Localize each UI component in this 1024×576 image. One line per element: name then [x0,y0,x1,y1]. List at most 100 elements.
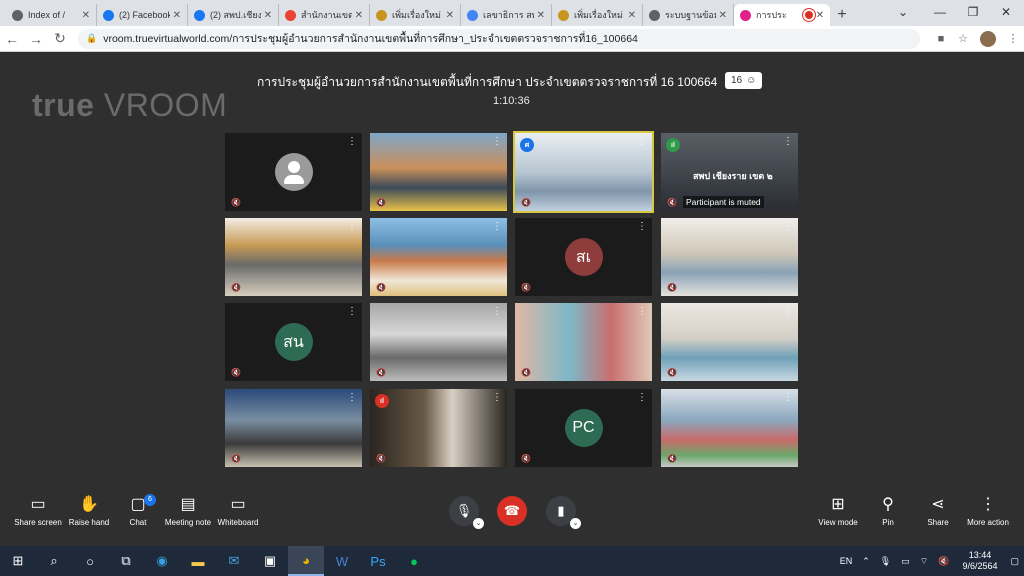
raise-hand-label: Raise hand [68,518,110,527]
bookmark-star-icon[interactable]: ☆ [952,32,974,45]
participant-count-button[interactable]: 16 ☺ [725,72,763,89]
tile-menu-icon[interactable]: ⋮ [783,137,793,147]
video-tile[interactable]: ⋮ 🔇 [370,218,507,296]
reload-icon[interactable]: ↻ [48,30,72,47]
video-tile[interactable]: ⋮ 🔇 [225,133,362,211]
url-field[interactable]: 🔒 vroom.truevirtualworld.com/การประชุมผู… [78,28,920,49]
video-tile[interactable]: ⋮ 🔇 [661,218,798,296]
tile-menu-icon[interactable]: ⋮ [347,307,357,317]
battery-icon[interactable]: ▭ [901,556,910,567]
browser-tab[interactable]: (2) สพป.เชียง ✕ [188,4,279,26]
browser-tab[interactable]: เลขาธิการ สพ ✕ [461,4,552,26]
camera-toggle-button[interactable]: ▮ ⌄ [546,496,581,529]
participant-name: สพป เชียงราย เขต ๒ [693,171,773,181]
line-icon[interactable]: ● [396,546,432,576]
close-tab-icon[interactable]: ✕ [537,10,545,21]
mic-muted-icon: 🔇 [231,283,241,292]
video-tile[interactable]: ıl ⋮ 🔇 [370,389,507,467]
close-tab-icon[interactable]: ✕ [82,10,90,21]
video-tile[interactable]: PC ⋮ 🔇 [515,389,652,467]
photoshop-icon[interactable]: Ps [360,546,396,576]
back-icon[interactable]: ← [0,31,24,47]
tab-search-icon[interactable]: ⌄ [888,0,918,26]
video-tile[interactable]: ⋮ 🔇 [370,303,507,381]
search-icon[interactable]: ⌕ [36,546,72,576]
word-icon[interactable]: W [324,546,360,576]
browser-tab[interactable]: ระบบฐานข้อมู ✕ [643,4,734,26]
meeting-area: true VROOM การประชุมผู้อำนวยการสำนักงานเ… [0,53,1024,546]
tile-menu-icon[interactable]: ⋮ [492,307,502,317]
lock-icon[interactable]: 🔒 [86,33,97,44]
tile-menu-icon[interactable]: ⋮ [492,137,502,147]
profile-avatar[interactable] [980,30,996,47]
browser-tab[interactable]: สำนักงานเขต ✕ [279,4,370,26]
mic-muted-icon: 🔇 [667,198,677,207]
video-tile[interactable]: ıl สพป เชียงราย เขต ๒ Participant is muted… [661,133,798,211]
tray-chevron-icon[interactable]: ⌃ [862,556,870,567]
seal-icon [376,9,387,21]
tile-menu-icon[interactable]: ⋮ [783,222,793,232]
camera-options-chevron[interactable]: ⌄ [570,518,581,529]
task-view-icon[interactable]: ⧉ [108,546,144,576]
close-tab-icon[interactable]: ✕ [264,10,272,21]
tile-menu-icon[interactable]: ⋮ [637,393,647,403]
camera-icon[interactable]: ■ [930,33,952,45]
store-icon[interactable]: ▣ [252,546,288,576]
tile-menu-icon[interactable]: ⋮ [492,393,502,403]
close-tab-icon[interactable]: ✕ [628,10,636,21]
video-tile[interactable]: สเ ⋮ 🔇 [515,218,652,296]
tile-menu-icon[interactable]: ⋮ [637,307,647,317]
minimize-icon[interactable]: — [925,0,955,26]
browser-tab[interactable]: การประ ✕ [734,4,830,26]
mail-icon[interactable]: ✉ [216,546,252,576]
browser-menu-icon[interactable]: ⋮ [1002,32,1024,45]
mic-toggle-button[interactable]: 🎙 ⌄ [449,496,484,529]
tile-menu-icon[interactable]: ⋮ [637,222,647,232]
language-indicator[interactable]: EN [840,556,853,566]
whiteboard-button[interactable]: ▭ Whiteboard [208,496,268,527]
close-tab-icon[interactable]: ✕ [719,10,727,21]
video-tile[interactable]: สน ⋮ 🔇 [225,303,362,381]
video-tile[interactable]: ⋮ 🔇 [370,133,507,211]
tile-menu-icon[interactable]: ⋮ [347,137,357,147]
cortana-icon[interactable]: ○ [72,546,108,576]
tile-menu-icon[interactable]: ⋮ [492,222,502,232]
network-icon[interactable]: ⌔ [920,556,928,567]
browser-tab[interactable]: (2) Facebook ✕ [97,4,188,26]
browser-tab[interactable]: เพิ่มเรื่องใหม่ ✕ [552,4,643,26]
video-tile[interactable]: ⋮ 🔇 [661,389,798,467]
video-tile[interactable]: ⋮ 🔇 [225,389,362,467]
close-tab-icon[interactable]: ✕ [816,10,824,21]
mic-options-chevron[interactable]: ⌄ [473,518,484,529]
microphone-tray-icon[interactable]: 🎙 [880,556,891,567]
browser-tab[interactable]: เพิ่มเรื่องใหม่ ✕ [370,4,461,26]
close-tab-icon[interactable]: ✕ [446,10,454,21]
tile-menu-icon[interactable]: ⋮ [783,307,793,317]
new-tab-button[interactable]: + [830,4,854,26]
tile-menu-icon[interactable]: ⋮ [783,393,793,403]
chrome-icon[interactable]: ◕ [288,546,324,576]
edge-icon[interactable]: ◉ [144,546,180,576]
tile-menu-icon[interactable]: ⋮ [637,137,647,147]
true-vroom-logo: true VROOM [32,87,228,123]
forward-icon[interactable]: → [24,31,48,47]
close-tab-icon[interactable]: ✕ [355,10,363,21]
volume-muted-icon[interactable]: 🔇 [938,556,949,567]
video-tile[interactable]: ⋮ 🔇 [661,303,798,381]
close-window-icon[interactable]: ✕ [991,0,1021,26]
browser-tab[interactable]: Index of / ✕ [6,4,97,26]
chat-badge: 6 [144,494,156,506]
video-tile[interactable]: ⋮ 🔇 [225,218,362,296]
notifications-icon[interactable]: ▢ [1010,556,1019,567]
taskbar-clock[interactable]: 13:44 9/6/2564 [962,550,997,572]
leave-call-button[interactable]: ☎ [497,496,527,526]
tile-menu-icon[interactable]: ⋮ [347,393,357,403]
restore-icon[interactable]: ❐ [958,0,988,26]
windows-start-icon[interactable]: ⊞ [0,546,36,576]
video-tile[interactable]: ⋮ 🔇 [515,303,652,381]
tile-menu-icon[interactable]: ⋮ [347,222,357,232]
close-tab-icon[interactable]: ✕ [173,10,181,21]
video-tile[interactable]: ศ ⋮ 🔇 [513,131,654,213]
more-action-button[interactable]: ⋮ More action [958,496,1018,527]
file-explorer-icon[interactable]: ▬ [180,546,216,576]
